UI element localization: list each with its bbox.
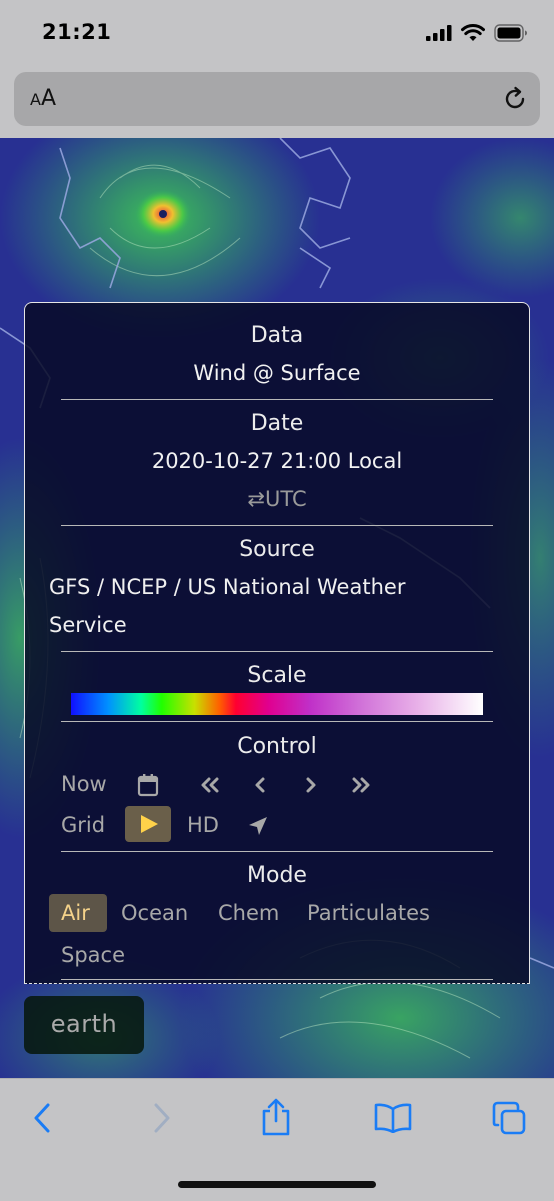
cellular-signal-icon bbox=[426, 25, 452, 41]
clock: 21:21 bbox=[42, 20, 112, 44]
mode-chem[interactable]: Chem bbox=[218, 901, 279, 925]
address-bar[interactable]: AA bbox=[14, 72, 540, 126]
chevron-left-icon[interactable] bbox=[253, 776, 267, 794]
mode-section-title: Mode bbox=[247, 863, 307, 888]
divider bbox=[61, 851, 493, 852]
date-section-title: Date bbox=[250, 411, 304, 436]
earth-menu-button[interactable]: earth bbox=[24, 996, 144, 1054]
share-icon[interactable] bbox=[260, 1097, 292, 1137]
source-line: GFS / NCEP / US National Weather bbox=[49, 575, 406, 599]
back-icon[interactable] bbox=[32, 1101, 54, 1135]
divider bbox=[61, 399, 493, 400]
mode-space[interactable]: Space bbox=[61, 943, 125, 967]
play-button[interactable] bbox=[125, 806, 171, 842]
bookmarks-icon[interactable] bbox=[374, 1103, 412, 1133]
status-bar: 21:21 bbox=[0, 0, 554, 66]
divider bbox=[61, 721, 493, 722]
calendar-icon[interactable] bbox=[137, 773, 159, 797]
reload-icon[interactable] bbox=[502, 86, 528, 112]
source-line: Service bbox=[49, 613, 127, 637]
date-value[interactable]: 2020-10-27 21:00 Local bbox=[25, 449, 529, 473]
battery-icon bbox=[494, 24, 527, 42]
settings-menu: Data Wind @ Surface Date 2020-10-27 21:0… bbox=[24, 302, 530, 984]
play-icon bbox=[141, 815, 158, 833]
double-chevron-right-icon[interactable] bbox=[350, 776, 372, 794]
address-bar-area: AA bbox=[0, 66, 554, 138]
color-scale-bar[interactable] bbox=[71, 693, 483, 715]
mode-particulates[interactable]: Particulates bbox=[307, 901, 430, 925]
home-indicator bbox=[178, 1181, 376, 1188]
mode-ocean[interactable]: Ocean bbox=[121, 901, 188, 925]
now-button[interactable]: Now bbox=[61, 772, 107, 796]
divider bbox=[61, 651, 493, 652]
data-value[interactable]: Wind @ Surface bbox=[25, 361, 529, 385]
tabs-icon[interactable] bbox=[492, 1101, 526, 1135]
divider bbox=[61, 525, 493, 526]
control-section-title: Control bbox=[237, 734, 317, 759]
status-icons bbox=[426, 24, 528, 42]
text-size-button[interactable]: AA bbox=[30, 86, 56, 111]
utc-toggle[interactable]: ⇄UTC bbox=[25, 487, 529, 511]
earth-label: earth bbox=[50, 1010, 118, 1038]
hd-toggle[interactable]: HD bbox=[187, 813, 219, 837]
wifi-icon bbox=[461, 24, 485, 41]
source-value: GFS / NCEP / US National Weather Service bbox=[49, 568, 489, 644]
scale-section-title: Scale bbox=[247, 663, 307, 688]
forward-icon[interactable] bbox=[150, 1101, 172, 1135]
location-arrow-icon[interactable] bbox=[247, 815, 269, 837]
data-section-title: Data bbox=[250, 323, 304, 348]
source-section-title: Source bbox=[239, 537, 315, 562]
mode-air-label[interactable]: Air bbox=[61, 901, 90, 925]
chevron-right-icon[interactable] bbox=[304, 776, 318, 794]
double-chevron-left-icon[interactable] bbox=[199, 776, 221, 794]
divider bbox=[61, 979, 493, 980]
grid-toggle[interactable]: Grid bbox=[61, 813, 105, 837]
